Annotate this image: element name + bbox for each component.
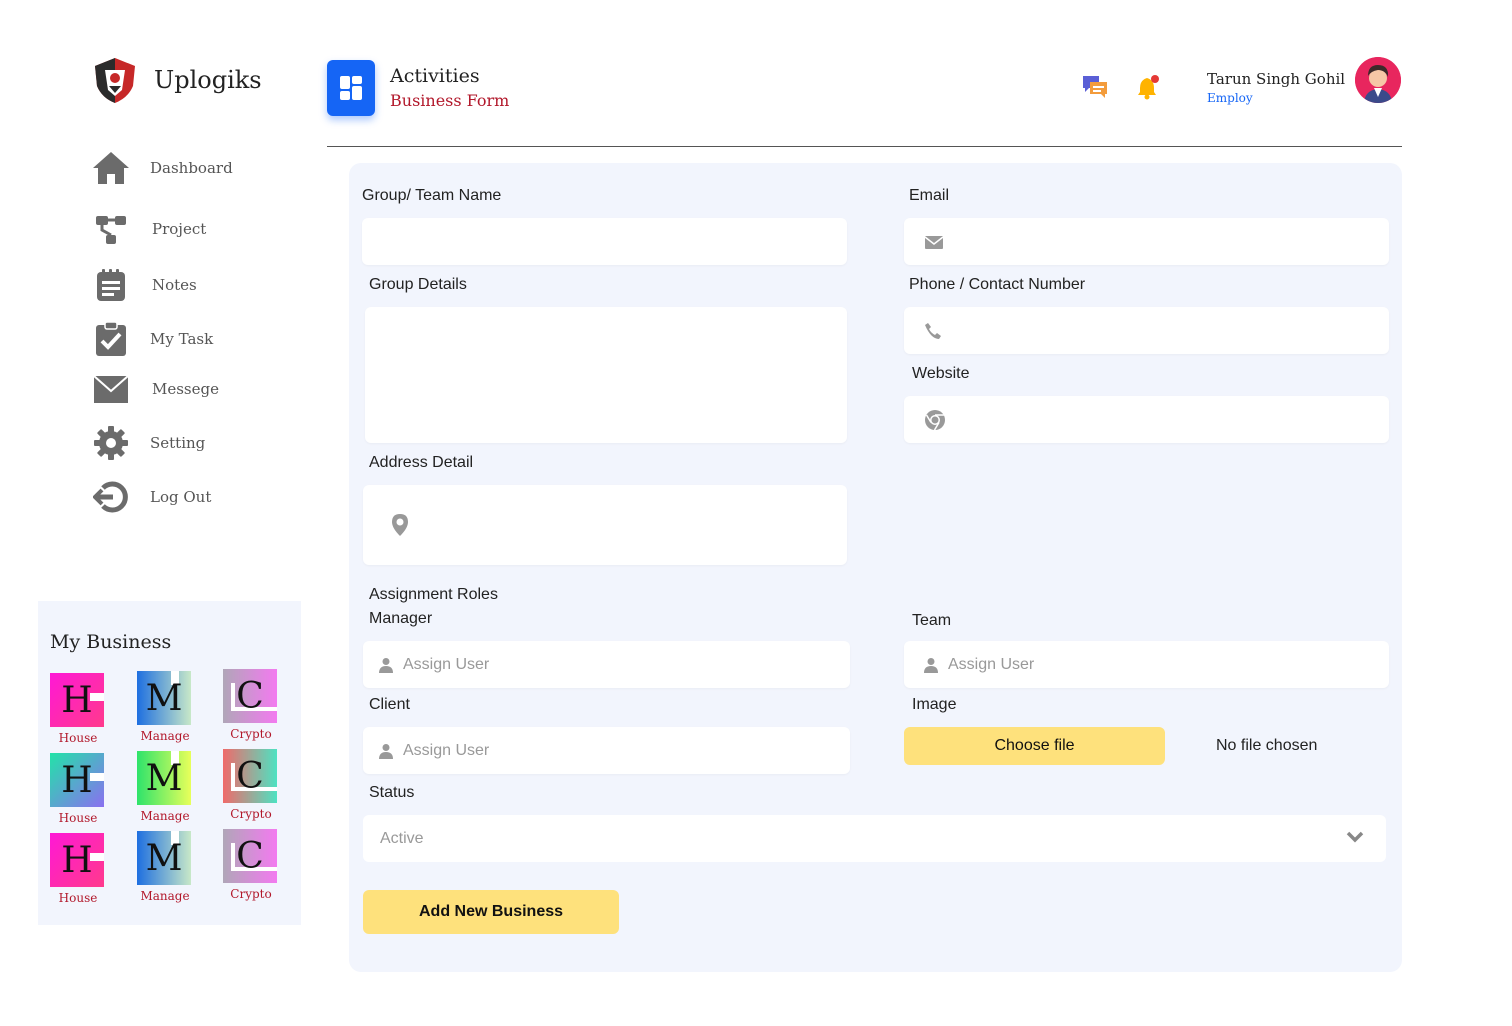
website-field[interactable] xyxy=(904,396,1389,443)
project-icon xyxy=(92,210,130,248)
team-label: Team xyxy=(912,612,952,629)
notification-bell-icon[interactable] xyxy=(1137,74,1161,105)
header-divider xyxy=(327,146,1402,147)
team-assign-input[interactable]: Assign User xyxy=(904,641,1389,688)
phone-field[interactable] xyxy=(904,307,1389,354)
chat-icon[interactable] xyxy=(1081,74,1109,105)
chrome-icon xyxy=(924,409,946,431)
sidebar-item-label: Messege xyxy=(152,380,219,398)
sidebar-item-label: Log Out xyxy=(150,488,212,506)
shield-logo-icon xyxy=(95,58,135,103)
sidebar-item-label: Setting xyxy=(150,434,206,452)
sidebar-item-logout[interactable]: Log Out xyxy=(92,478,211,516)
user-icon xyxy=(924,657,938,673)
address-field[interactable] xyxy=(363,485,847,565)
manager-placeholder: Assign User xyxy=(403,655,490,673)
brand-logo[interactable]: Uplogiks xyxy=(92,56,262,104)
phone-icon xyxy=(924,322,942,340)
client-assign-input[interactable]: Assign User xyxy=(363,727,850,774)
assignment-roles-label: Assignment Roles xyxy=(369,586,498,603)
avatar[interactable] xyxy=(1355,57,1401,103)
business-tile-manage[interactable]: M Manage xyxy=(137,831,193,903)
business-tile-crypto[interactable]: C Crypto xyxy=(223,749,279,821)
no-file-chosen-text: No file chosen xyxy=(1216,737,1318,754)
client-placeholder: Assign User xyxy=(403,741,490,759)
mail-icon xyxy=(92,370,130,408)
phone-label: Phone / Contact Number xyxy=(909,276,1086,293)
chevron-down-icon xyxy=(1346,830,1364,849)
address-label: Address Detail xyxy=(369,454,474,471)
business-tile-manage[interactable]: M Manage xyxy=(137,671,193,743)
home-icon xyxy=(92,149,130,187)
client-label: Client xyxy=(369,696,410,713)
activities-icon-button[interactable] xyxy=(327,60,375,116)
sidebar-item-notes[interactable]: Notes xyxy=(92,266,197,304)
user-icon xyxy=(379,743,393,759)
group-details-label: Group Details xyxy=(369,276,467,293)
business-tile-house[interactable]: H House xyxy=(50,753,106,825)
task-check-icon xyxy=(92,320,130,358)
business-tile-crypto[interactable]: C Crypto xyxy=(223,669,279,741)
page-subtitle: Business Form xyxy=(390,91,510,110)
dashboard-grid-icon xyxy=(340,76,362,100)
business-tile-manage[interactable]: M Manage xyxy=(137,751,193,823)
email-field[interactable] xyxy=(904,218,1389,265)
add-new-business-button[interactable]: Add New Business xyxy=(363,890,619,934)
sidebar-item-label: My Task xyxy=(150,330,214,348)
manager-label: Manager xyxy=(369,610,433,627)
business-tile-crypto[interactable]: C Crypto xyxy=(223,829,279,901)
status-selected-value: Active xyxy=(380,830,424,847)
sidebar-item-setting[interactable]: Setting xyxy=(92,424,205,462)
business-tile-house[interactable]: H House xyxy=(50,833,106,905)
sidebar-item-project[interactable]: Project xyxy=(92,210,206,248)
manager-assign-input[interactable]: Assign User xyxy=(363,641,850,688)
choose-file-button[interactable]: Choose file xyxy=(904,727,1165,765)
sidebar-item-label: Notes xyxy=(152,276,197,294)
website-label: Website xyxy=(912,365,970,382)
envelope-icon xyxy=(924,234,944,250)
logout-icon xyxy=(92,478,130,516)
user-icon xyxy=(379,657,393,673)
business-tile-house[interactable]: H House xyxy=(50,673,106,745)
brand-name: Uplogiks xyxy=(154,66,262,94)
my-business-title: My Business xyxy=(50,631,172,653)
notes-icon xyxy=(92,266,130,304)
sidebar-item-dashboard[interactable]: Dashboard xyxy=(92,149,233,187)
gear-icon xyxy=(92,424,130,462)
group-details-textarea[interactable] xyxy=(365,307,847,443)
email-label: Email xyxy=(909,187,950,204)
status-select[interactable]: Active xyxy=(363,815,1386,862)
my-business-panel: My Business H House M Manage C Crypto H … xyxy=(38,601,301,925)
sidebar-item-message[interactable]: Messege xyxy=(92,370,219,408)
group-name-input[interactable] xyxy=(362,218,847,265)
status-label: Status xyxy=(369,784,415,801)
user-name: Tarun Singh Gohil xyxy=(1207,70,1346,88)
page-title: Activities xyxy=(390,65,480,87)
sidebar-item-my-task[interactable]: My Task xyxy=(92,320,213,358)
image-label: Image xyxy=(912,696,957,713)
sidebar-item-label: Dashboard xyxy=(150,159,233,177)
user-role: Employ xyxy=(1207,91,1253,105)
group-name-label: Group/ Team Name xyxy=(362,187,502,204)
team-placeholder: Assign User xyxy=(948,655,1035,673)
sidebar-item-label: Project xyxy=(152,220,207,238)
location-pin-icon xyxy=(391,513,409,537)
